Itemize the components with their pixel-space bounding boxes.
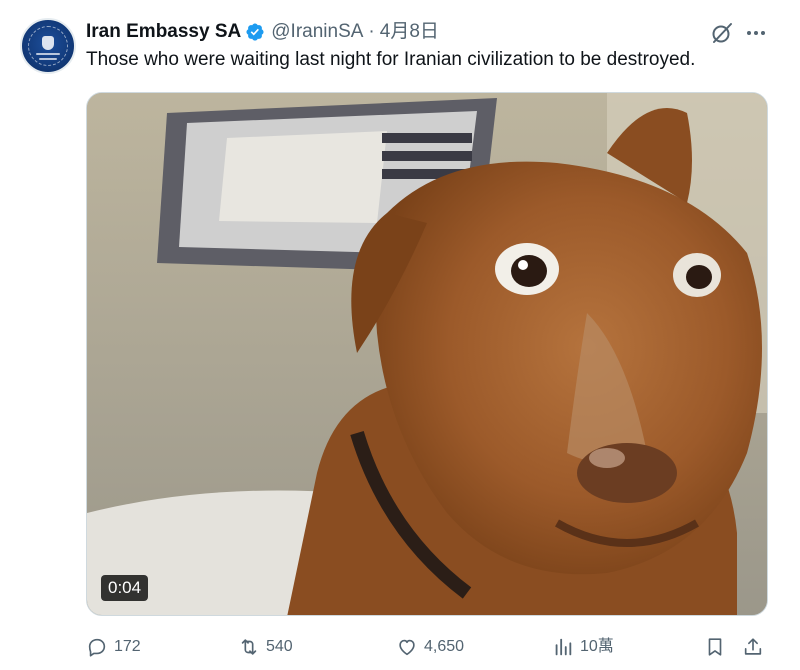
repost-icon [241, 639, 257, 655]
more-dot [761, 31, 765, 35]
tweet[interactable]: Iran Embassy SA @IraninSA · 4月8日 Those w… [0, 0, 800, 670]
like-button[interactable]: 4,650 [396, 634, 464, 660]
emblem-icon [42, 36, 54, 50]
more-dot [754, 31, 758, 35]
avatar-text-line [36, 53, 60, 55]
reply-button[interactable]: 172 [86, 634, 141, 660]
separator-dot: · [368, 21, 375, 42]
like-count: 4,650 [424, 638, 465, 655]
video-player[interactable]: 0:04 [86, 92, 768, 616]
video-thumbnail [87, 93, 767, 615]
repost-button[interactable]: 540 [238, 634, 293, 660]
more-icon[interactable] [744, 21, 768, 45]
action-bar: 172 540 4,650 10萬 [86, 634, 768, 660]
video-timestamp: 0:04 [101, 575, 149, 601]
views-button[interactable]: 10萬 [552, 634, 614, 660]
grok-icon[interactable] [710, 21, 734, 45]
avatar[interactable] [20, 18, 76, 74]
tweet-text: Those who were waiting last night for Ir… [86, 49, 696, 70]
more-dot [747, 31, 751, 35]
reply-icon [88, 638, 106, 657]
bookmark-icon [708, 638, 722, 656]
avatar-text-line [39, 58, 57, 60]
views-icon [555, 638, 572, 656]
tweet-header: Iran Embassy SA @IraninSA · 4月8日 [86, 20, 439, 44]
share-button[interactable] [742, 634, 770, 660]
reply-count: 172 [114, 638, 141, 655]
repost-count: 540 [266, 638, 293, 655]
handle[interactable]: @IraninSA [271, 20, 363, 44]
bookmark-button[interactable] [704, 634, 732, 660]
views-count: 10萬 [580, 638, 614, 655]
share-icon [744, 638, 762, 655]
display-name[interactable]: Iran Embassy SA [86, 20, 241, 44]
heart-icon [399, 639, 415, 656]
tweet-date[interactable]: 4月8日 [380, 20, 439, 44]
verified-badge-icon [246, 23, 264, 41]
